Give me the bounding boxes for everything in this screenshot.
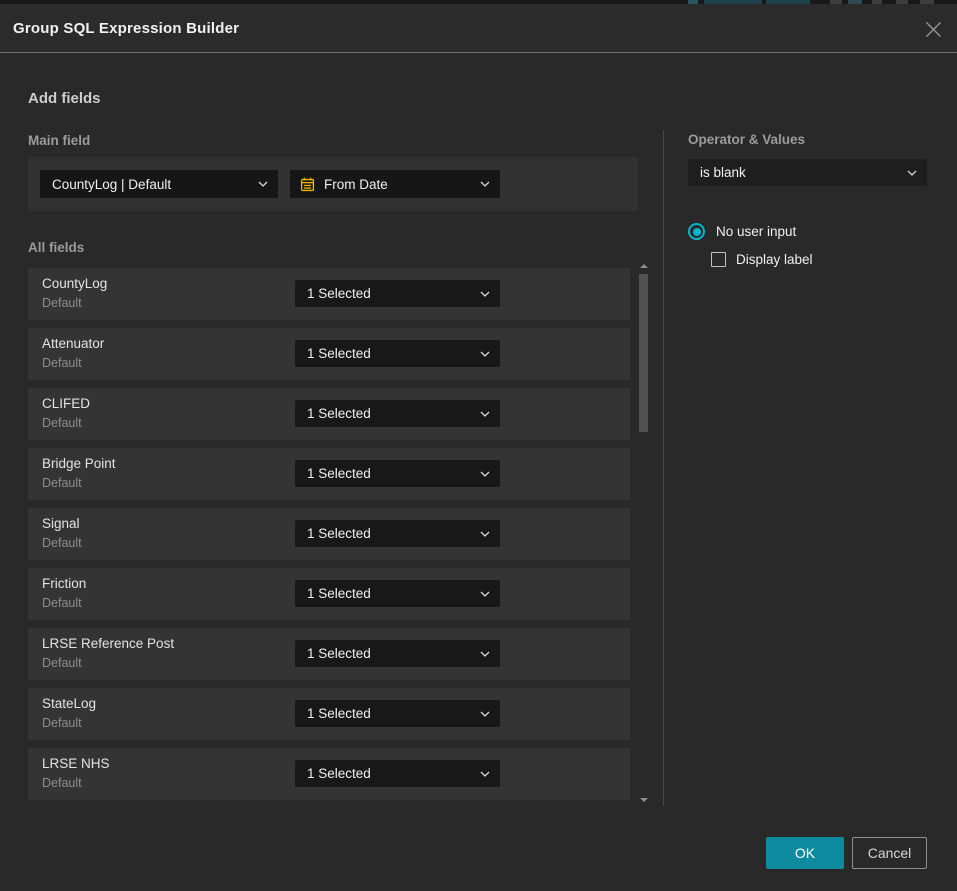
selected-count-label: 1 Selected — [295, 706, 371, 721]
add-fields-heading: Add fields — [28, 90, 101, 107]
chevron-down-icon — [480, 531, 490, 537]
field-subtitle: Default — [42, 416, 82, 430]
selected-count-label: 1 Selected — [295, 646, 371, 661]
chevron-down-icon — [480, 711, 490, 717]
field-subtitle: Default — [42, 596, 82, 610]
screen: Group SQL Expression Builder Add fields … — [0, 0, 957, 891]
field-selected-dropdown[interactable]: 1 Selected — [295, 700, 500, 727]
field-name: LRSE Reference Post — [42, 636, 174, 651]
close-icon[interactable] — [923, 19, 943, 39]
field-selected-dropdown[interactable]: 1 Selected — [295, 280, 500, 307]
scrollbar-thumb[interactable] — [639, 274, 648, 432]
scroll-up-icon[interactable] — [640, 264, 648, 268]
field-row: LRSE NHS Default 1 Selected — [28, 748, 630, 800]
chevron-down-icon — [480, 651, 490, 657]
selected-count-label: 1 Selected — [295, 346, 371, 361]
field-name: Attenuator — [42, 336, 104, 351]
operator-dropdown-value: is blank — [688, 165, 746, 180]
source-dropdown-value: CountyLog | Default — [40, 177, 171, 192]
field-subtitle: Default — [42, 716, 82, 730]
selected-count-label: 1 Selected — [295, 766, 371, 781]
chevron-down-icon — [480, 471, 490, 477]
field-name: CLIFED — [42, 396, 90, 411]
field-row: Attenuator Default 1 Selected — [28, 328, 630, 380]
dialog-header: Group SQL Expression Builder — [0, 4, 957, 53]
chevron-down-icon — [480, 771, 490, 777]
operator-values-heading: Operator & Values — [688, 132, 805, 147]
main-field-container: CountyLog | Default From Date — [28, 157, 638, 211]
ok-button[interactable]: OK — [766, 837, 844, 869]
chevron-down-icon — [480, 291, 490, 297]
field-name: CountyLog — [42, 276, 107, 291]
selected-count-label: 1 Selected — [295, 466, 371, 481]
chevron-down-icon — [480, 351, 490, 357]
field-selected-dropdown[interactable]: 1 Selected — [295, 340, 500, 367]
radio-label: No user input — [716, 224, 796, 239]
main-field-source-dropdown[interactable]: CountyLog | Default — [40, 170, 278, 198]
all-fields-label: All fields — [28, 240, 84, 255]
field-subtitle: Default — [42, 476, 82, 490]
field-subtitle: Default — [42, 356, 82, 370]
field-name: Friction — [42, 576, 86, 591]
field-row: Signal Default 1 Selected — [28, 508, 630, 560]
group-sql-expression-builder-dialog: Group SQL Expression Builder Add fields … — [0, 4, 957, 891]
field-name: LRSE NHS — [42, 756, 110, 771]
main-field-date-dropdown[interactable]: From Date — [290, 170, 500, 198]
field-selected-dropdown[interactable]: 1 Selected — [295, 520, 500, 547]
field-selected-dropdown[interactable]: 1 Selected — [295, 580, 500, 607]
panel-divider — [663, 130, 664, 806]
calendar-icon — [300, 177, 315, 192]
radio-selected-icon — [688, 223, 705, 240]
main-field-label: Main field — [28, 133, 90, 148]
field-row: LRSE Reference Post Default 1 Selected — [28, 628, 630, 680]
selected-count-label: 1 Selected — [295, 526, 371, 541]
field-selected-dropdown[interactable]: 1 Selected — [295, 400, 500, 427]
selected-count-label: 1 Selected — [295, 406, 371, 421]
chevron-down-icon — [907, 170, 917, 176]
field-selected-dropdown[interactable]: 1 Selected — [295, 460, 500, 487]
chevron-down-icon — [480, 181, 490, 187]
field-subtitle: Default — [42, 536, 82, 550]
date-dropdown-value: From Date — [315, 177, 388, 192]
field-selected-dropdown[interactable]: 1 Selected — [295, 640, 500, 667]
field-selected-dropdown[interactable]: 1 Selected — [295, 760, 500, 787]
checkbox-unchecked-icon — [711, 252, 726, 267]
field-row: CLIFED Default 1 Selected — [28, 388, 630, 440]
cancel-button[interactable]: Cancel — [852, 837, 927, 869]
field-subtitle: Default — [42, 296, 82, 310]
scroll-down-icon[interactable] — [640, 798, 648, 802]
all-fields-list: CountyLog Default 1 Selected Attenuator … — [28, 268, 630, 808]
display-label-checkbox[interactable]: Display label — [711, 252, 813, 267]
field-row: StateLog Default 1 Selected — [28, 688, 630, 740]
checkbox-label: Display label — [736, 252, 813, 267]
operator-dropdown[interactable]: is blank — [688, 159, 927, 186]
chevron-down-icon — [480, 411, 490, 417]
field-name: Bridge Point — [42, 456, 116, 471]
field-subtitle: Default — [42, 776, 82, 790]
no-user-input-radio[interactable]: No user input — [688, 223, 796, 240]
chevron-down-icon — [258, 181, 268, 187]
list-scrollbar[interactable] — [637, 260, 650, 806]
field-name: StateLog — [42, 696, 96, 711]
field-row: Friction Default 1 Selected — [28, 568, 630, 620]
field-row: Bridge Point Default 1 Selected — [28, 448, 630, 500]
field-row: CountyLog Default 1 Selected — [28, 268, 630, 320]
selected-count-label: 1 Selected — [295, 286, 371, 301]
dialog-title: Group SQL Expression Builder — [13, 20, 239, 37]
field-subtitle: Default — [42, 656, 82, 670]
field-name: Signal — [42, 516, 80, 531]
chevron-down-icon — [480, 591, 490, 597]
selected-count-label: 1 Selected — [295, 586, 371, 601]
